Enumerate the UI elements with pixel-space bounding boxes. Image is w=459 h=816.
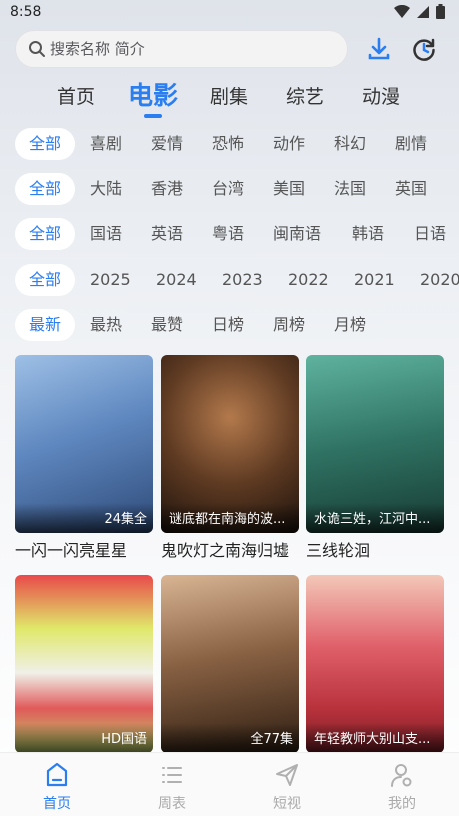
- filter-chip[interactable]: 美国: [273, 173, 305, 205]
- movie-poster[interactable]: 水诡三姓，江河中...: [306, 355, 444, 533]
- nav-profile[interactable]: 我的: [372, 761, 432, 813]
- filter-chip[interactable]: 最赞: [151, 309, 183, 341]
- bottom-nav: 首页 周表 短视 我的: [0, 752, 459, 816]
- filter-row-region: 全部 大陆 香港 台湾 美国 法国 英国: [0, 173, 459, 209]
- filter-chip[interactable]: 粤语: [212, 218, 244, 250]
- filter-chip[interactable]: 法国: [334, 173, 366, 205]
- movie-poster[interactable]: 全77集: [161, 575, 299, 753]
- filter-chip[interactable]: 韩语: [352, 218, 384, 250]
- filter-chip[interactable]: 闽南语: [273, 218, 321, 250]
- list-icon: [142, 761, 202, 789]
- tab-series[interactable]: 剧集: [210, 82, 248, 109]
- history-button[interactable]: [409, 34, 439, 64]
- filter-chip[interactable]: 恐怖: [212, 128, 244, 160]
- nav-schedule[interactable]: 周表: [142, 761, 202, 813]
- filter-chip[interactable]: 日榜: [212, 309, 244, 341]
- tab-home[interactable]: 首页: [57, 82, 95, 109]
- nav-shorts[interactable]: 短视: [257, 761, 317, 813]
- movie-card[interactable]: HD国语: [15, 575, 153, 757]
- filter-row-genre: 全部 喜剧 爱情 恐怖 动作 科幻 剧情: [0, 128, 459, 164]
- download-icon: [368, 37, 390, 60]
- battery-icon: [436, 4, 445, 19]
- episode-badge: 水诡三姓，江河中...: [314, 512, 431, 527]
- movie-card[interactable]: 年轻教师大别山支...: [306, 575, 444, 757]
- signal-icon: [417, 5, 429, 18]
- movie-card[interactable]: 全77集: [161, 575, 299, 757]
- home-icon: [27, 761, 87, 789]
- filter-chip[interactable]: 日语: [414, 218, 446, 250]
- movie-poster[interactable]: HD国语: [15, 575, 153, 753]
- episode-badge: 谜底都在南海的波...: [169, 512, 286, 527]
- episode-badge: 24集全: [104, 512, 147, 527]
- search-input[interactable]: [50, 40, 310, 58]
- filter-chip[interactable]: 全部: [15, 264, 76, 296]
- movie-title[interactable]: 鬼吹灯之南海归墟: [161, 537, 299, 561]
- filter-chip[interactable]: 2022: [288, 264, 329, 296]
- episode-badge: 年轻教师大别山支...: [314, 732, 431, 747]
- filter-chip[interactable]: 2021: [354, 264, 395, 296]
- tab-variety[interactable]: 综艺: [286, 82, 324, 109]
- search-box[interactable]: [15, 30, 348, 68]
- filter-chip[interactable]: 剧情: [395, 128, 427, 160]
- episode-badge: 全77集: [250, 732, 293, 747]
- filter-chip[interactable]: 最新: [15, 309, 76, 341]
- filter-chip[interactable]: 英国: [395, 173, 427, 205]
- status-time: 8:58: [10, 4, 42, 20]
- search-icon: [29, 41, 45, 57]
- filter-chip[interactable]: 台湾: [212, 173, 244, 205]
- filter-chip[interactable]: 最热: [90, 309, 122, 341]
- filter-row-sort: 最新 最热 最赞 日榜 周榜 月榜: [0, 309, 459, 345]
- filter-chip[interactable]: 喜剧: [90, 128, 122, 160]
- wifi-icon: [394, 4, 410, 18]
- status-bar: 8:58: [0, 0, 459, 26]
- movie-poster[interactable]: 谜底都在南海的波...: [161, 355, 299, 533]
- filter-row-year: 全部 2025 2024 2023 2022 2021 2020: [0, 264, 459, 300]
- search-row: [0, 28, 459, 72]
- send-icon: [257, 761, 317, 789]
- filter-chip[interactable]: 国语: [90, 218, 122, 250]
- nav-label: 短视: [273, 796, 301, 812]
- movie-poster[interactable]: 年轻教师大别山支...: [306, 575, 444, 753]
- filter-chip[interactable]: 2025: [90, 264, 131, 296]
- tab-movies[interactable]: 电影: [128, 76, 178, 112]
- filter-chip[interactable]: 大陆: [90, 173, 122, 205]
- download-button[interactable]: [364, 34, 394, 64]
- movie-card[interactable]: 水诡三姓，江河中... 三线轮洄: [306, 355, 444, 561]
- filter-chip[interactable]: 香港: [151, 173, 183, 205]
- filter-chip[interactable]: 周榜: [273, 309, 305, 341]
- status-icons: [394, 4, 445, 19]
- movie-card[interactable]: 谜底都在南海的波... 鬼吹灯之南海归墟: [161, 355, 299, 561]
- movie-title[interactable]: 一闪一闪亮星星: [15, 537, 153, 561]
- filter-chip[interactable]: 月榜: [334, 309, 366, 341]
- user-icon: [372, 761, 432, 789]
- movie-card[interactable]: 24集全 一闪一闪亮星星: [15, 355, 153, 561]
- active-tab-indicator: [144, 114, 162, 118]
- filter-chip[interactable]: 全部: [15, 218, 76, 250]
- nav-label: 我的: [388, 796, 416, 812]
- nav-label: 首页: [43, 796, 71, 812]
- category-tabs: 首页 电影 剧集 综艺 动漫: [0, 76, 459, 120]
- filter-chip[interactable]: 英语: [151, 218, 183, 250]
- episode-badge: HD国语: [101, 732, 147, 747]
- filter-chip[interactable]: 科幻: [334, 128, 366, 160]
- filter-row-language: 全部 国语 英语 粤语 闽南语 韩语 日语: [0, 218, 459, 254]
- filter-chip[interactable]: 全部: [15, 128, 76, 160]
- filter-chip[interactable]: 2023: [222, 264, 263, 296]
- filter-chip[interactable]: 全部: [15, 173, 76, 205]
- tab-anime[interactable]: 动漫: [362, 82, 400, 109]
- nav-label: 周表: [158, 796, 186, 812]
- history-icon: [413, 38, 435, 61]
- nav-home[interactable]: 首页: [27, 761, 87, 813]
- filter-chip[interactable]: 爱情: [151, 128, 183, 160]
- movie-title[interactable]: 三线轮洄: [306, 537, 444, 561]
- filter-chip[interactable]: 动作: [273, 128, 305, 160]
- filter-chip[interactable]: 2020: [420, 264, 459, 296]
- filter-chip[interactable]: 2024: [156, 264, 197, 296]
- movie-poster[interactable]: 24集全: [15, 355, 153, 533]
